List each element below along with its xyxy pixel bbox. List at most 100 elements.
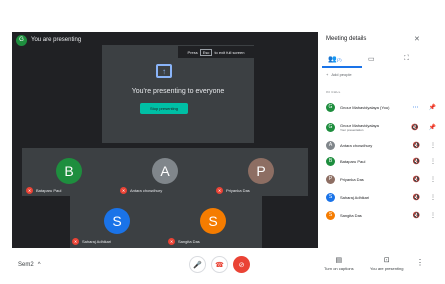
row-actions: 🔇 ⋮ <box>413 176 436 183</box>
participant-name: Bataparu Paul <box>340 158 366 164</box>
participant-row[interactable]: S Sangita Das 🔇 ⋮ <box>322 207 440 223</box>
participant-subtitle: Your presentation <box>340 127 364 132</box>
tile-name-label: ✕ Sangita Das <box>168 238 200 245</box>
hint-before: Press <box>187 49 198 55</box>
captions-button[interactable]: ▤ Turn on captions <box>324 256 354 271</box>
tile-avatar: B <box>56 158 82 184</box>
chat-icon: ▭ <box>368 56 375 63</box>
fullscreen-hint: Press Esc to exit full screen <box>178 46 254 58</box>
tile-name-label: ✕ Antara chowdhury <box>120 187 162 194</box>
captions-icon: ▤ <box>335 257 343 264</box>
participant-avatar: B <box>326 156 335 166</box>
more-vert-icon[interactable]: ⋮ <box>430 142 436 149</box>
esc-key: Esc <box>199 48 213 56</box>
people-count: (7) <box>336 57 342 62</box>
participant-info: Antara chowdhury <box>340 143 400 148</box>
hang-up-icon: ☎ <box>215 261 224 269</box>
add-people-label: Add people <box>331 72 352 77</box>
row-actions: 🔇 ⋮ <box>413 158 436 165</box>
tile-name-label: ✕ Priyanka Das <box>216 187 250 194</box>
participant-name: Sangita Das <box>340 212 362 218</box>
participant-row[interactable]: G Gnour Mahavidyalaya (You) ⋯ 📌 <box>322 99 440 115</box>
participant-avatar: S <box>326 192 335 202</box>
more-vert-icon[interactable]: ⋮ <box>430 158 436 165</box>
participant-name: Antara chowdhury <box>340 142 373 148</box>
participant-row[interactable]: B Bataparu Paul 🔇 ⋮ <box>322 153 440 169</box>
meeting-code: Sem2 <box>18 262 34 268</box>
more-options-button[interactable]: ⋮ <box>416 258 424 267</box>
mic-off-icon: ✕ <box>216 187 223 194</box>
mic-off-icon: ✕ <box>168 238 175 245</box>
close-icon[interactable]: ✕ <box>414 35 420 43</box>
in-call-heading: IN CALL <box>326 90 341 94</box>
pin-icon[interactable]: 📌 <box>429 104 436 111</box>
row-actions: 🔇 ⋮ <box>413 142 436 149</box>
row-actions: 🔇 ⋮ <box>413 194 436 201</box>
presenting-message: You're presenting to everyone <box>131 88 225 95</box>
people-icon: 👥 <box>328 56 337 63</box>
chevron-up-icon: ^ <box>37 262 41 268</box>
tile-name: Priyanka Das <box>226 188 250 193</box>
add-people-button[interactable]: + Add people <box>326 72 352 77</box>
presenting-label: You are presenting <box>370 266 404 271</box>
microphone-button[interactable]: 🎤 <box>189 256 206 273</box>
mic-off-icon: ✕ <box>120 187 127 194</box>
tile-name: Antara chowdhury <box>130 188 163 193</box>
hint-after: to exit full screen <box>214 49 245 55</box>
mic-off-icon: 🔇 <box>412 194 420 201</box>
microphone-off-icon: 🎤 <box>193 261 202 269</box>
stop-presenting-button[interactable]: Stop presenting <box>140 103 188 114</box>
tab-activities[interactable]: ⛶ <box>404 55 409 63</box>
presenting-button[interactable]: ⊡ You are presenting <box>370 256 403 271</box>
participant-avatar: A <box>326 140 335 150</box>
participant-row[interactable]: A Antara chowdhury 🔇 ⋮ <box>322 137 440 153</box>
participant-info: Gnour Mahavidyalaya (You) <box>340 105 400 110</box>
participant-avatar: G <box>326 122 335 132</box>
participant-info: Sangita Das <box>340 213 400 218</box>
tile-name: Bataparu Paul <box>36 188 62 193</box>
more-vert-icon[interactable]: ⋮ <box>430 212 436 219</box>
participant-avatar: S <box>326 210 335 220</box>
tile-avatar: S <box>104 208 130 234</box>
mic-off-icon: 🔇 <box>412 142 420 149</box>
row-actions: 🔇 📌 <box>411 124 436 131</box>
leave-call-button[interactable]: ☎ <box>211 256 228 273</box>
camera-button[interactable]: ⊘ <box>233 256 250 273</box>
add-person-icon: + <box>326 72 329 77</box>
participant-row[interactable]: P Priyanka Das 🔇 ⋮ <box>322 171 440 187</box>
mic-off-icon: ✕ <box>26 187 33 194</box>
participant-info: Gnour Mahavidyalaya Your presentation <box>340 123 400 132</box>
participant-info: Bataparu Paul <box>340 159 400 164</box>
row-actions: 🔇 ⋮ <box>413 212 436 219</box>
tile-name-label: ✕ Bataparu Paul <box>26 187 61 194</box>
participant-name: Gnour Mahavidyalaya (You) <box>340 104 390 110</box>
participant-info: Priyanka Das <box>340 177 400 182</box>
meeting-details-toggle[interactable]: Sem2 ^ <box>18 262 41 268</box>
tile-name-label: ✕ Saharaj Adhikari <box>72 238 111 245</box>
tile-avatar: A <box>152 158 178 184</box>
panel-title: Meeting details <box>326 36 367 42</box>
mic-off-icon: 🔇 <box>411 124 419 131</box>
camera-off-icon: ⊘ <box>238 261 245 269</box>
participant-row[interactable]: G Gnour Mahavidyalaya Your presentation … <box>322 119 440 135</box>
tile-name: Sangita Das <box>178 239 200 244</box>
more-vert-icon: ⋮ <box>416 258 424 267</box>
active-tab-indicator <box>322 66 362 68</box>
participant-info: Saharaj Adhikari <box>340 195 400 200</box>
user-avatar: G <box>16 34 27 46</box>
more-vert-icon[interactable]: ⋮ <box>430 194 436 201</box>
mic-off-icon: 🔇 <box>412 158 420 165</box>
participant-row[interactable]: S Saharaj Adhikari 🔇 ⋮ <box>322 189 440 205</box>
tab-chat[interactable]: ▭ <box>368 55 375 63</box>
captions-label: Turn on captions <box>324 266 354 271</box>
row-actions: ⋯ 📌 <box>413 104 436 111</box>
tab-people[interactable]: 👥(7) <box>328 55 342 63</box>
participant-name: Priyanka Das <box>340 176 364 182</box>
activities-icon: ⛶ <box>404 55 409 62</box>
presenting-title: You are presenting <box>31 37 82 43</box>
more-vert-icon[interactable]: ⋮ <box>430 176 436 183</box>
mic-off-icon: ✕ <box>72 238 79 245</box>
tile-avatar: P <box>248 158 274 184</box>
present-icon: ⊡ <box>383 257 390 264</box>
pin-icon[interactable]: 📌 <box>429 124 436 131</box>
